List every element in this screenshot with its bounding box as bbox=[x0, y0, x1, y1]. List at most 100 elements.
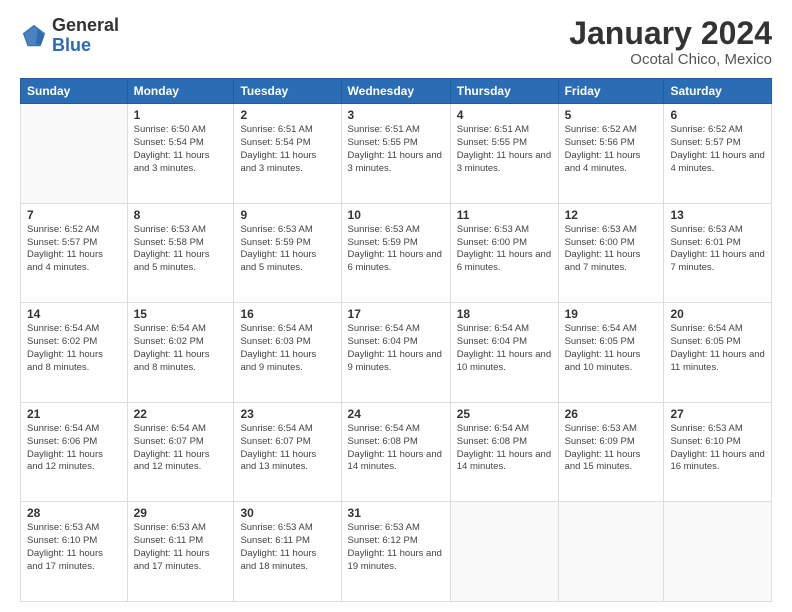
calendar-cell: 15 Sunrise: 6:54 AM Sunset: 6:02 PM Dayl… bbox=[127, 303, 234, 403]
day-info: Sunrise: 6:53 AM Sunset: 6:11 PM Dayligh… bbox=[240, 522, 334, 573]
day-number: 31 bbox=[348, 506, 444, 520]
day-info: Sunrise: 6:54 AM Sunset: 6:05 PM Dayligh… bbox=[565, 323, 658, 374]
day-info: Sunrise: 6:54 AM Sunset: 6:02 PM Dayligh… bbox=[27, 323, 121, 374]
calendar-cell: 23 Sunrise: 6:54 AM Sunset: 6:07 PM Dayl… bbox=[234, 402, 341, 502]
day-number: 22 bbox=[134, 407, 228, 421]
day-info: Sunrise: 6:53 AM Sunset: 6:00 PM Dayligh… bbox=[565, 224, 658, 275]
calendar-cell: 3 Sunrise: 6:51 AM Sunset: 5:55 PM Dayli… bbox=[341, 104, 450, 204]
calendar-cell: 13 Sunrise: 6:53 AM Sunset: 6:01 PM Dayl… bbox=[664, 203, 772, 303]
day-number: 5 bbox=[565, 108, 658, 122]
calendar-cell: 30 Sunrise: 6:53 AM Sunset: 6:11 PM Dayl… bbox=[234, 502, 341, 602]
day-number: 24 bbox=[348, 407, 444, 421]
day-info: Sunrise: 6:53 AM Sunset: 5:58 PM Dayligh… bbox=[134, 224, 228, 275]
day-number: 1 bbox=[134, 108, 228, 122]
calendar-cell: 6 Sunrise: 6:52 AM Sunset: 5:57 PM Dayli… bbox=[664, 104, 772, 204]
calendar-cell: 11 Sunrise: 6:53 AM Sunset: 6:00 PM Dayl… bbox=[450, 203, 558, 303]
day-info: Sunrise: 6:54 AM Sunset: 6:08 PM Dayligh… bbox=[348, 423, 444, 474]
day-number: 2 bbox=[240, 108, 334, 122]
calendar-title: January 2024 bbox=[569, 16, 772, 51]
day-number: 30 bbox=[240, 506, 334, 520]
calendar-week-1: 1 Sunrise: 6:50 AM Sunset: 5:54 PM Dayli… bbox=[21, 104, 772, 204]
day-number: 9 bbox=[240, 208, 334, 222]
day-number: 4 bbox=[457, 108, 552, 122]
day-number: 7 bbox=[27, 208, 121, 222]
day-info: Sunrise: 6:53 AM Sunset: 5:59 PM Dayligh… bbox=[240, 224, 334, 275]
day-info: Sunrise: 6:51 AM Sunset: 5:55 PM Dayligh… bbox=[457, 124, 552, 175]
logo-general-text: General bbox=[52, 16, 119, 36]
day-number: 29 bbox=[134, 506, 228, 520]
day-info: Sunrise: 6:54 AM Sunset: 6:04 PM Dayligh… bbox=[457, 323, 552, 374]
logo-icon bbox=[20, 22, 48, 50]
day-info: Sunrise: 6:54 AM Sunset: 6:07 PM Dayligh… bbox=[240, 423, 334, 474]
day-number: 21 bbox=[27, 407, 121, 421]
calendar-cell: 28 Sunrise: 6:53 AM Sunset: 6:10 PM Dayl… bbox=[21, 502, 128, 602]
calendar-cell: 1 Sunrise: 6:50 AM Sunset: 5:54 PM Dayli… bbox=[127, 104, 234, 204]
day-number: 17 bbox=[348, 307, 444, 321]
calendar-cell: 29 Sunrise: 6:53 AM Sunset: 6:11 PM Dayl… bbox=[127, 502, 234, 602]
calendar-cell: 17 Sunrise: 6:54 AM Sunset: 6:04 PM Dayl… bbox=[341, 303, 450, 403]
page: General Blue January 2024 Ocotal Chico, … bbox=[0, 0, 792, 612]
day-info: Sunrise: 6:53 AM Sunset: 6:00 PM Dayligh… bbox=[457, 224, 552, 275]
day-info: Sunrise: 6:54 AM Sunset: 6:02 PM Dayligh… bbox=[134, 323, 228, 374]
calendar-cell: 8 Sunrise: 6:53 AM Sunset: 5:58 PM Dayli… bbox=[127, 203, 234, 303]
day-number: 12 bbox=[565, 208, 658, 222]
day-number: 27 bbox=[670, 407, 765, 421]
calendar-week-5: 28 Sunrise: 6:53 AM Sunset: 6:10 PM Dayl… bbox=[21, 502, 772, 602]
calendar-cell: 22 Sunrise: 6:54 AM Sunset: 6:07 PM Dayl… bbox=[127, 402, 234, 502]
weekday-header-friday: Friday bbox=[558, 79, 664, 104]
day-info: Sunrise: 6:50 AM Sunset: 5:54 PM Dayligh… bbox=[134, 124, 228, 175]
calendar-week-3: 14 Sunrise: 6:54 AM Sunset: 6:02 PM Dayl… bbox=[21, 303, 772, 403]
calendar-cell: 4 Sunrise: 6:51 AM Sunset: 5:55 PM Dayli… bbox=[450, 104, 558, 204]
day-number: 25 bbox=[457, 407, 552, 421]
title-block: January 2024 Ocotal Chico, Mexico bbox=[569, 16, 772, 68]
logo-blue-text: Blue bbox=[52, 36, 119, 56]
logo-text: General Blue bbox=[52, 16, 119, 56]
calendar-cell: 9 Sunrise: 6:53 AM Sunset: 5:59 PM Dayli… bbox=[234, 203, 341, 303]
day-number: 16 bbox=[240, 307, 334, 321]
day-info: Sunrise: 6:53 AM Sunset: 6:01 PM Dayligh… bbox=[670, 224, 765, 275]
day-number: 13 bbox=[670, 208, 765, 222]
day-info: Sunrise: 6:53 AM Sunset: 6:12 PM Dayligh… bbox=[348, 522, 444, 573]
weekday-header-thursday: Thursday bbox=[450, 79, 558, 104]
day-number: 6 bbox=[670, 108, 765, 122]
calendar-cell: 26 Sunrise: 6:53 AM Sunset: 6:09 PM Dayl… bbox=[558, 402, 664, 502]
calendar-week-2: 7 Sunrise: 6:52 AM Sunset: 5:57 PM Dayli… bbox=[21, 203, 772, 303]
day-number: 8 bbox=[134, 208, 228, 222]
day-info: Sunrise: 6:52 AM Sunset: 5:57 PM Dayligh… bbox=[670, 124, 765, 175]
calendar-cell bbox=[664, 502, 772, 602]
weekday-header-monday: Monday bbox=[127, 79, 234, 104]
day-info: Sunrise: 6:54 AM Sunset: 6:03 PM Dayligh… bbox=[240, 323, 334, 374]
calendar-cell: 18 Sunrise: 6:54 AM Sunset: 6:04 PM Dayl… bbox=[450, 303, 558, 403]
calendar-body: 1 Sunrise: 6:50 AM Sunset: 5:54 PM Dayli… bbox=[21, 104, 772, 602]
day-number: 18 bbox=[457, 307, 552, 321]
calendar-cell: 7 Sunrise: 6:52 AM Sunset: 5:57 PM Dayli… bbox=[21, 203, 128, 303]
day-info: Sunrise: 6:51 AM Sunset: 5:55 PM Dayligh… bbox=[348, 124, 444, 175]
day-info: Sunrise: 6:53 AM Sunset: 5:59 PM Dayligh… bbox=[348, 224, 444, 275]
weekday-header-saturday: Saturday bbox=[664, 79, 772, 104]
calendar-cell: 20 Sunrise: 6:54 AM Sunset: 6:05 PM Dayl… bbox=[664, 303, 772, 403]
day-number: 19 bbox=[565, 307, 658, 321]
day-info: Sunrise: 6:54 AM Sunset: 6:05 PM Dayligh… bbox=[670, 323, 765, 374]
weekday-row: SundayMondayTuesdayWednesdayThursdayFrid… bbox=[21, 79, 772, 104]
day-info: Sunrise: 6:51 AM Sunset: 5:54 PM Dayligh… bbox=[240, 124, 334, 175]
calendar-cell: 16 Sunrise: 6:54 AM Sunset: 6:03 PM Dayl… bbox=[234, 303, 341, 403]
day-info: Sunrise: 6:52 AM Sunset: 5:57 PM Dayligh… bbox=[27, 224, 121, 275]
calendar-cell: 12 Sunrise: 6:53 AM Sunset: 6:00 PM Dayl… bbox=[558, 203, 664, 303]
calendar-cell: 21 Sunrise: 6:54 AM Sunset: 6:06 PM Dayl… bbox=[21, 402, 128, 502]
day-number: 3 bbox=[348, 108, 444, 122]
calendar-cell: 10 Sunrise: 6:53 AM Sunset: 5:59 PM Dayl… bbox=[341, 203, 450, 303]
calendar-cell: 31 Sunrise: 6:53 AM Sunset: 6:12 PM Dayl… bbox=[341, 502, 450, 602]
calendar-cell: 19 Sunrise: 6:54 AM Sunset: 6:05 PM Dayl… bbox=[558, 303, 664, 403]
calendar-cell bbox=[21, 104, 128, 204]
day-info: Sunrise: 6:53 AM Sunset: 6:10 PM Dayligh… bbox=[27, 522, 121, 573]
day-info: Sunrise: 6:54 AM Sunset: 6:07 PM Dayligh… bbox=[134, 423, 228, 474]
calendar-cell bbox=[558, 502, 664, 602]
header: General Blue January 2024 Ocotal Chico, … bbox=[20, 16, 772, 68]
calendar-cell: 5 Sunrise: 6:52 AM Sunset: 5:56 PM Dayli… bbox=[558, 104, 664, 204]
day-info: Sunrise: 6:53 AM Sunset: 6:10 PM Dayligh… bbox=[670, 423, 765, 474]
weekday-header-wednesday: Wednesday bbox=[341, 79, 450, 104]
calendar-header: SundayMondayTuesdayWednesdayThursdayFrid… bbox=[21, 79, 772, 104]
day-info: Sunrise: 6:52 AM Sunset: 5:56 PM Dayligh… bbox=[565, 124, 658, 175]
day-number: 20 bbox=[670, 307, 765, 321]
day-number: 10 bbox=[348, 208, 444, 222]
